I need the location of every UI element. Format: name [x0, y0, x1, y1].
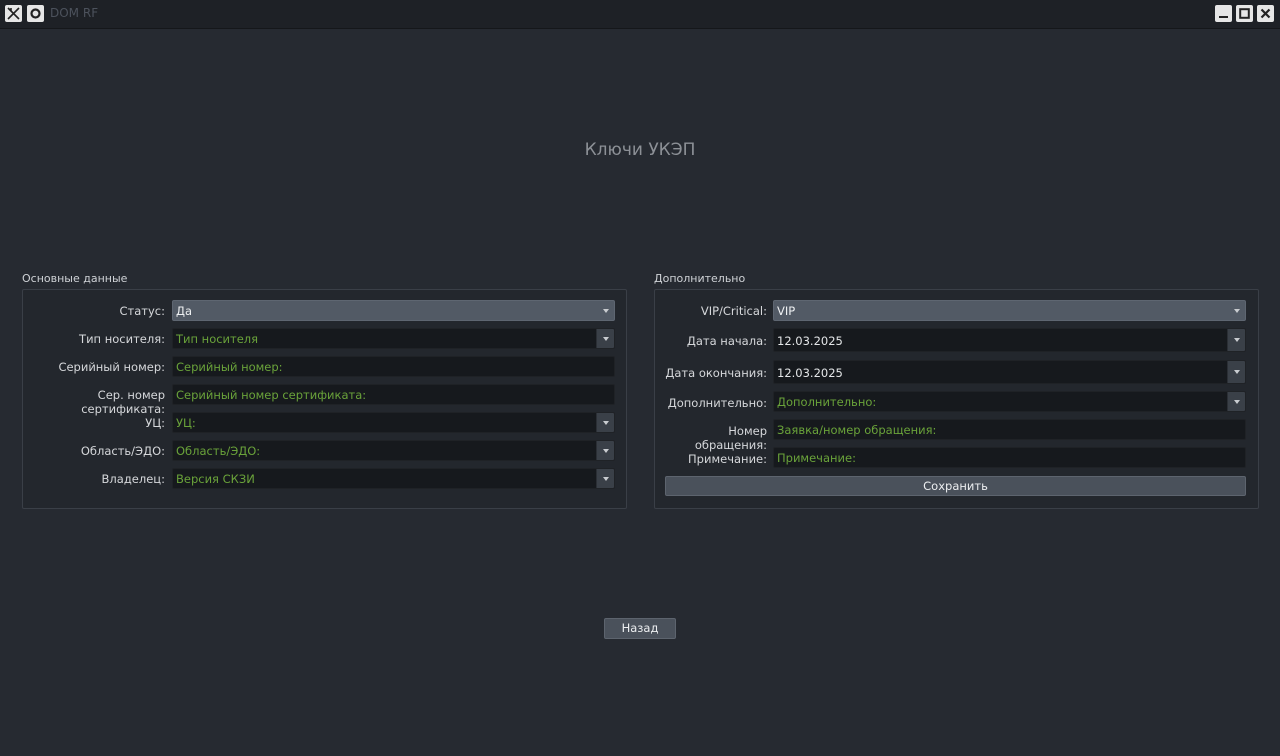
request-no-input[interactable]: Заявка/номер обращения:: [773, 419, 1246, 440]
note-input[interactable]: Примечание:: [773, 447, 1246, 468]
additional-combo[interactable]: Дополнительно:: [773, 391, 1246, 412]
additional-label: Дополнительно:: [667, 396, 767, 410]
additional-placeholder: Дополнительно:: [777, 395, 877, 409]
back-button[interactable]: Назад: [604, 618, 676, 639]
owner-combo[interactable]: Версия СКЗИ: [172, 468, 615, 489]
maximize-icon[interactable]: [1236, 5, 1253, 22]
end-date-value: 12.03.2025: [777, 366, 843, 380]
serial-label: Серийный номер:: [58, 360, 165, 374]
note-placeholder: Примечание:: [777, 451, 856, 465]
vip-value: VIP: [777, 304, 796, 318]
chevron-down-icon[interactable]: [596, 469, 614, 488]
main-group-title: Основные данные: [22, 272, 128, 285]
media-type-label: Тип носителя:: [79, 332, 165, 346]
region-placeholder: Область/ЭДО:: [176, 444, 261, 458]
serial-input[interactable]: Серийный номер:: [172, 356, 615, 377]
chevron-down-icon[interactable]: [1227, 392, 1245, 411]
window-title: DOM RF: [50, 6, 99, 20]
end-date-picker[interactable]: 12.03.2025: [773, 360, 1246, 384]
chevron-down-icon[interactable]: [596, 329, 614, 348]
start-date-picker[interactable]: 12.03.2025: [773, 328, 1246, 352]
status-value: Да: [176, 304, 193, 318]
page-title: Ключи УКЭП: [584, 140, 696, 160]
owner-placeholder: Версия СКЗИ: [176, 472, 255, 486]
request-no-placeholder: Заявка/номер обращения:: [777, 423, 937, 437]
ca-label: УЦ:: [145, 416, 165, 430]
chevron-down-icon[interactable]: [1227, 361, 1245, 383]
window-menu-icon[interactable]: [27, 5, 44, 22]
status-select[interactable]: Да: [172, 300, 615, 321]
region-combo[interactable]: Область/ЭДО:: [172, 440, 615, 461]
chevron-down-icon[interactable]: [596, 413, 614, 432]
vip-select[interactable]: VIP: [773, 300, 1246, 321]
owner-label: Владелец:: [101, 472, 165, 486]
request-no-label: Номер обращения:: [694, 424, 767, 452]
chevron-down-icon[interactable]: [596, 441, 614, 460]
serial-placeholder: Серийный номер:: [176, 360, 283, 374]
cert-serial-input[interactable]: Серийный номер сертификата:: [172, 384, 615, 405]
ca-placeholder: УЦ:: [176, 416, 196, 430]
app-logo-icon[interactable]: [5, 5, 22, 22]
start-date-value: 12.03.2025: [777, 334, 843, 348]
status-label: Статус:: [119, 304, 165, 318]
close-icon[interactable]: [1257, 5, 1274, 22]
chevron-down-icon[interactable]: [1227, 329, 1245, 351]
ca-combo[interactable]: УЦ:: [172, 412, 615, 433]
vip-label: VIP/Critical:: [700, 304, 767, 318]
start-date-label: Дата начала:: [686, 334, 767, 348]
cert-serial-placeholder: Серийный номер сертификата:: [176, 388, 367, 402]
minimize-icon[interactable]: [1215, 5, 1232, 22]
title-bar: DOM RF: [0, 0, 1280, 29]
media-type-placeholder: Тип носителя: [176, 332, 259, 346]
end-date-label: Дата окончания:: [665, 366, 767, 380]
chevron-down-icon[interactable]: [597, 301, 614, 320]
save-button[interactable]: Сохранить: [665, 476, 1246, 496]
media-type-combo[interactable]: Тип носителя: [172, 328, 615, 349]
extra-group-title: Дополнительно: [654, 272, 746, 285]
note-label: Примечание:: [688, 452, 767, 466]
chevron-down-icon[interactable]: [1228, 301, 1245, 320]
region-label: Область/ЭДО:: [80, 444, 165, 458]
main-window: DOM RF Ключи УКЭП Основные данные Статус…: [0, 0, 1280, 756]
cert-serial-label: Сер. номер сертификата:: [81, 388, 165, 416]
